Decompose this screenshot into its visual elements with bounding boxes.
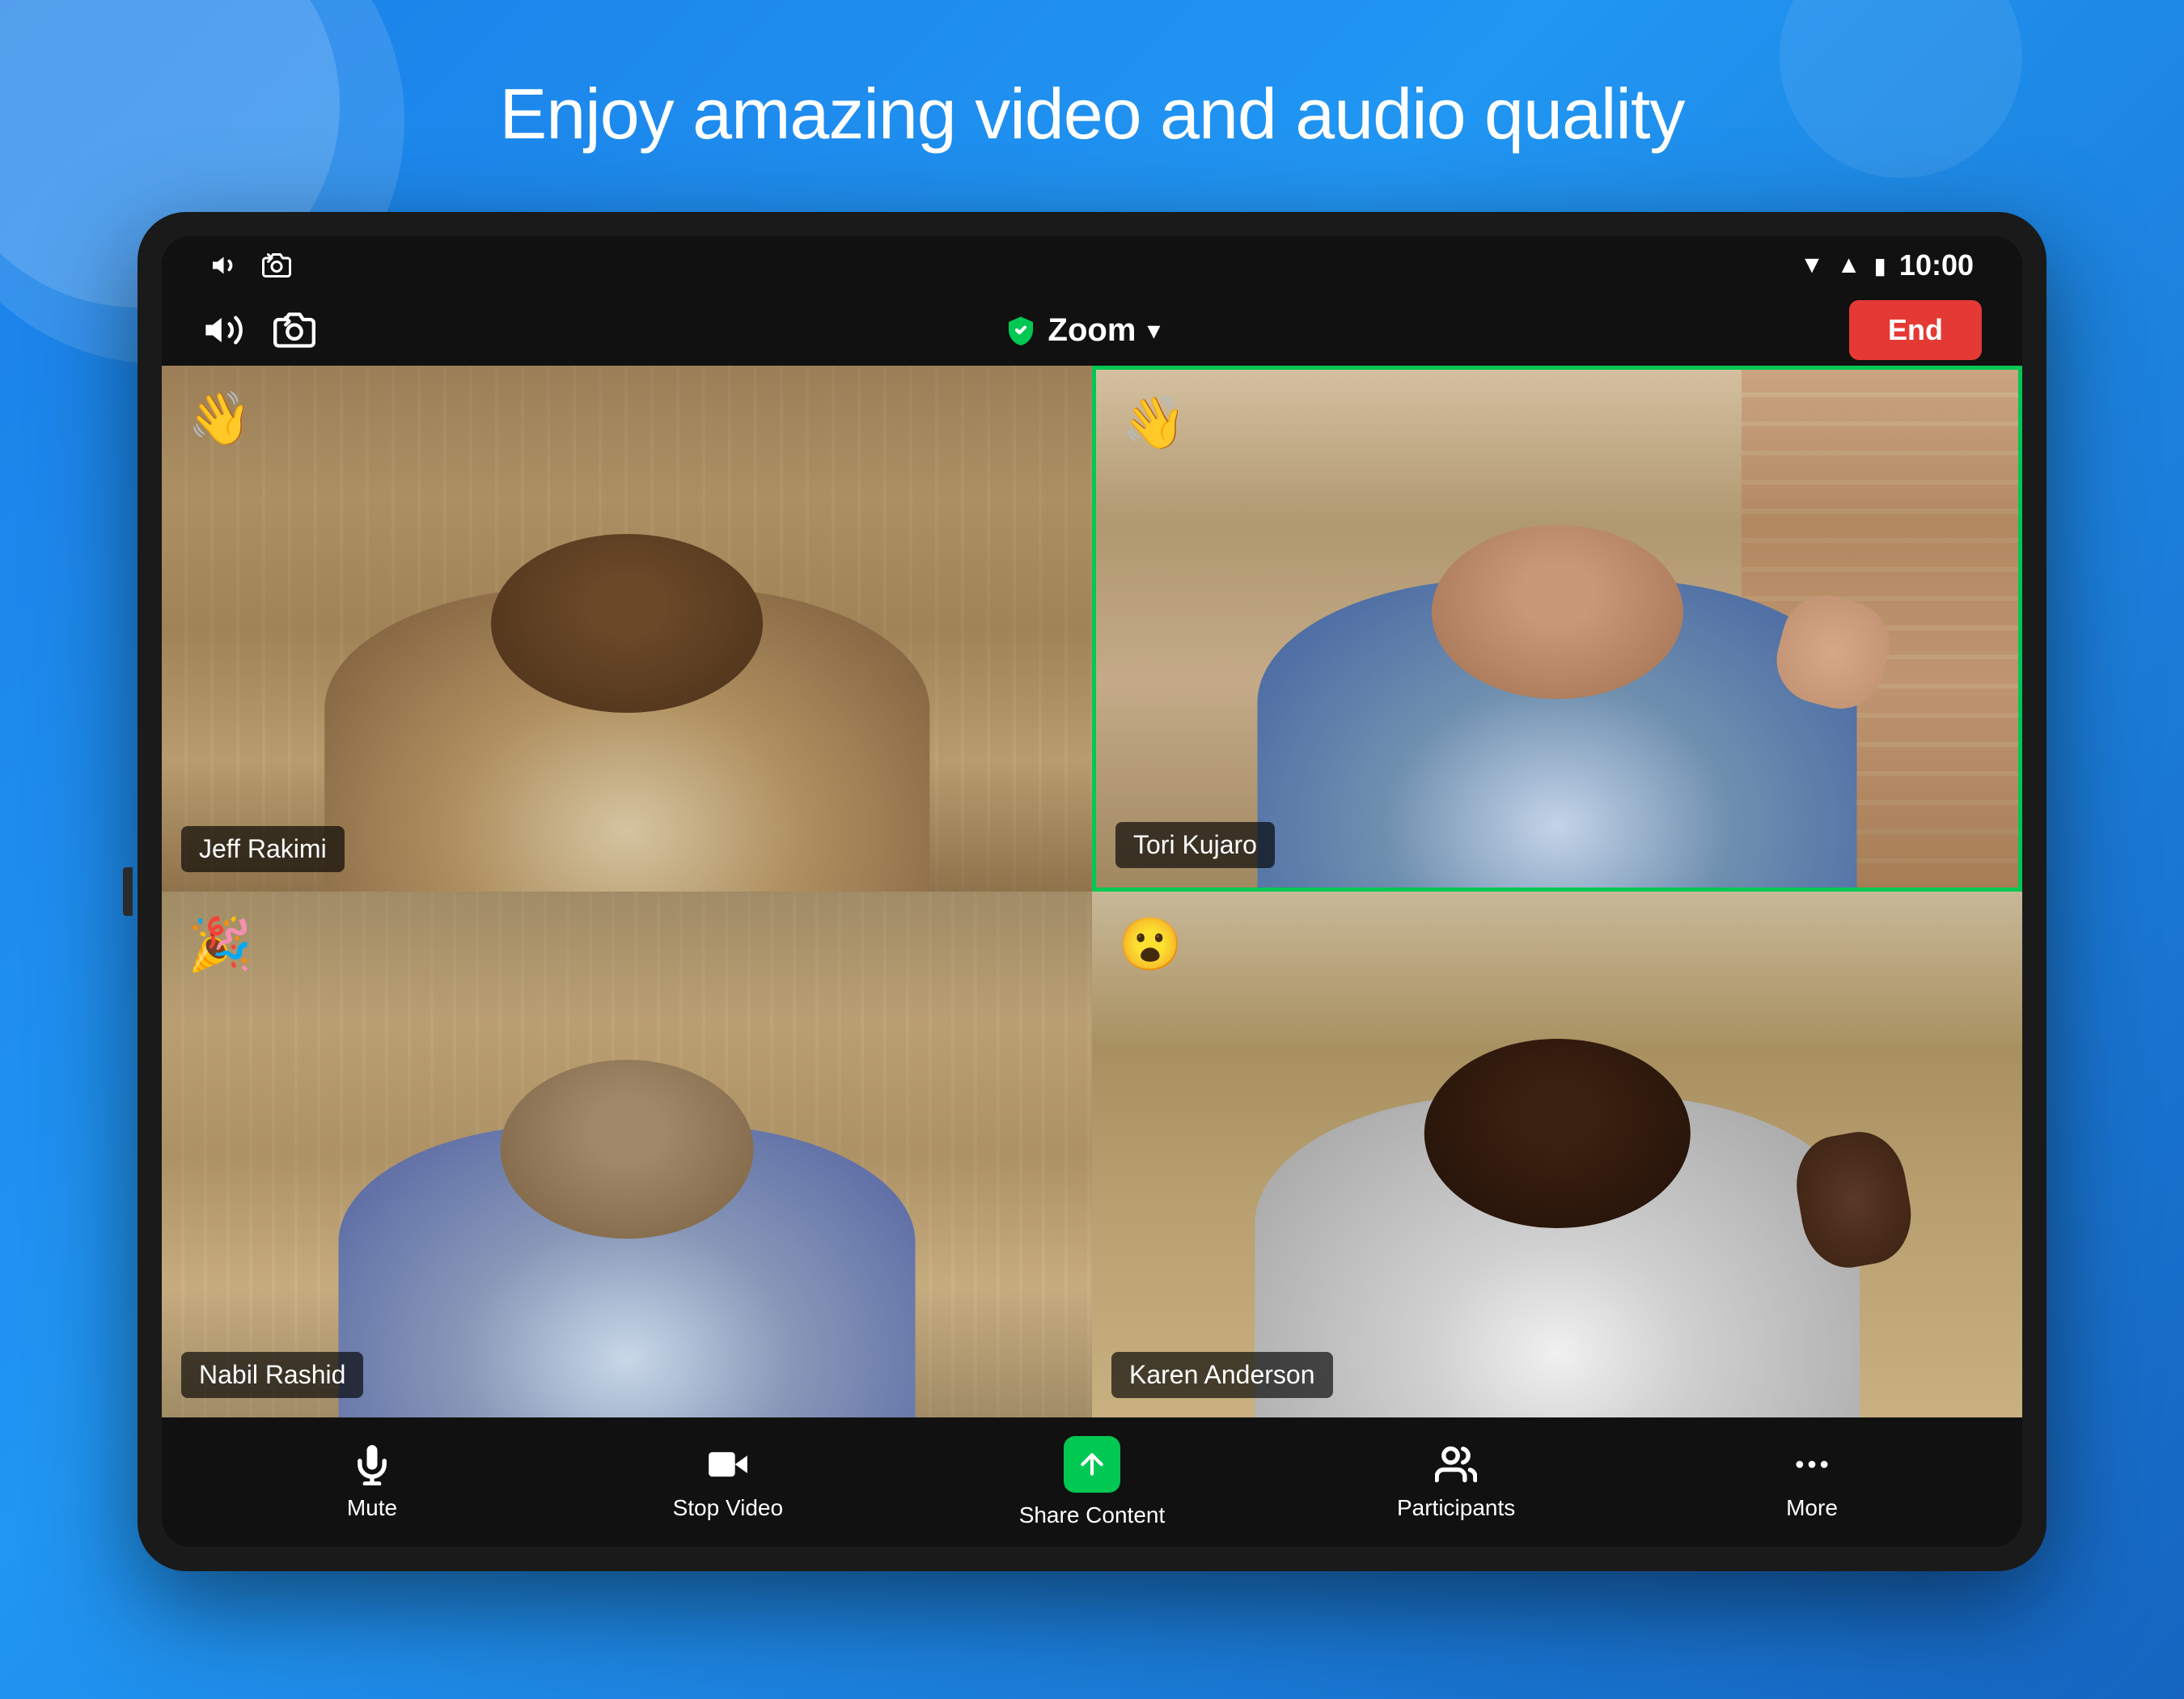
participants-icon: [1435, 1443, 1477, 1485]
page-title: Enjoy amazing video and audio quality: [500, 73, 1685, 155]
tablet-screen: ▼ ▲ ▮ 10:00: [162, 236, 2022, 1547]
battery-icon: ▮: [1874, 252, 1886, 279]
mute-label: Mute: [347, 1495, 397, 1521]
video-cell-tori: 👋 Tori Kujaro: [1092, 366, 2022, 892]
status-bar-right: ▼ ▲ ▮ 10:00: [1800, 248, 1974, 282]
share-content-icon: [1064, 1436, 1120, 1493]
name-label-tori: Tori Kujaro: [1115, 822, 1275, 868]
emoji-tori: 👋: [1122, 392, 1187, 453]
end-meeting-button[interactable]: End: [1849, 300, 1982, 360]
emoji-nabil: 🎉: [188, 914, 252, 975]
camera-switch-button[interactable]: [273, 309, 315, 351]
video-cell-nabil: 🎉 Nabil Rashid: [162, 892, 1092, 1417]
video-cell-karen: 😮 Karen Anderson: [1092, 892, 2022, 1417]
status-bar-left: [210, 251, 291, 280]
status-bar: ▼ ▲ ▮ 10:00: [162, 236, 2022, 294]
meeting-title-area[interactable]: Zoom ▾: [1005, 312, 1161, 349]
camera-flip-icon[interactable]: [262, 251, 291, 280]
stop-video-button[interactable]: Stop Video: [663, 1443, 793, 1521]
name-label-nabil: Nabil Rashid: [181, 1352, 363, 1398]
more-label: More: [1786, 1495, 1838, 1521]
mute-icon: [351, 1443, 393, 1485]
status-time: 10:00: [1899, 248, 1974, 282]
security-shield-icon: [1005, 314, 1037, 346]
stop-video-icon: [707, 1443, 749, 1485]
share-content-button[interactable]: Share Content: [1019, 1436, 1166, 1528]
tablet-device: ▼ ▲ ▮ 10:00: [138, 212, 2046, 1571]
video-grid: 👋 Jeff Rakimi 👋 Tori Kujaro: [162, 366, 2022, 1417]
participants-button[interactable]: Participants: [1391, 1443, 1521, 1521]
stop-video-label: Stop Video: [673, 1495, 784, 1521]
app-name-label: Zoom: [1048, 312, 1136, 349]
participants-label: Participants: [1397, 1495, 1515, 1521]
dropdown-chevron-icon[interactable]: ▾: [1147, 315, 1160, 345]
name-label-jeff: Jeff Rakimi: [181, 826, 345, 872]
name-label-karen: Karen Anderson: [1111, 1352, 1333, 1398]
more-icon: [1791, 1443, 1833, 1485]
share-content-label: Share Content: [1019, 1502, 1166, 1528]
emoji-jeff: 👋: [188, 388, 252, 449]
top-bar-left: [202, 309, 315, 351]
mute-button[interactable]: Mute: [307, 1443, 437, 1521]
wifi-icon: ▼: [1800, 252, 1824, 279]
video-cell-jeff: 👋 Jeff Rakimi: [162, 366, 1092, 892]
emoji-karen: 😮: [1118, 914, 1183, 975]
audio-settings-button[interactable]: [202, 309, 244, 351]
top-action-bar: Zoom ▾ End: [162, 294, 2022, 366]
signal-icon: ▲: [1837, 252, 1861, 279]
volume-icon[interactable]: [210, 251, 239, 280]
bottom-toolbar: Mute Stop Video: [162, 1417, 2022, 1547]
more-button[interactable]: More: [1747, 1443, 1877, 1521]
